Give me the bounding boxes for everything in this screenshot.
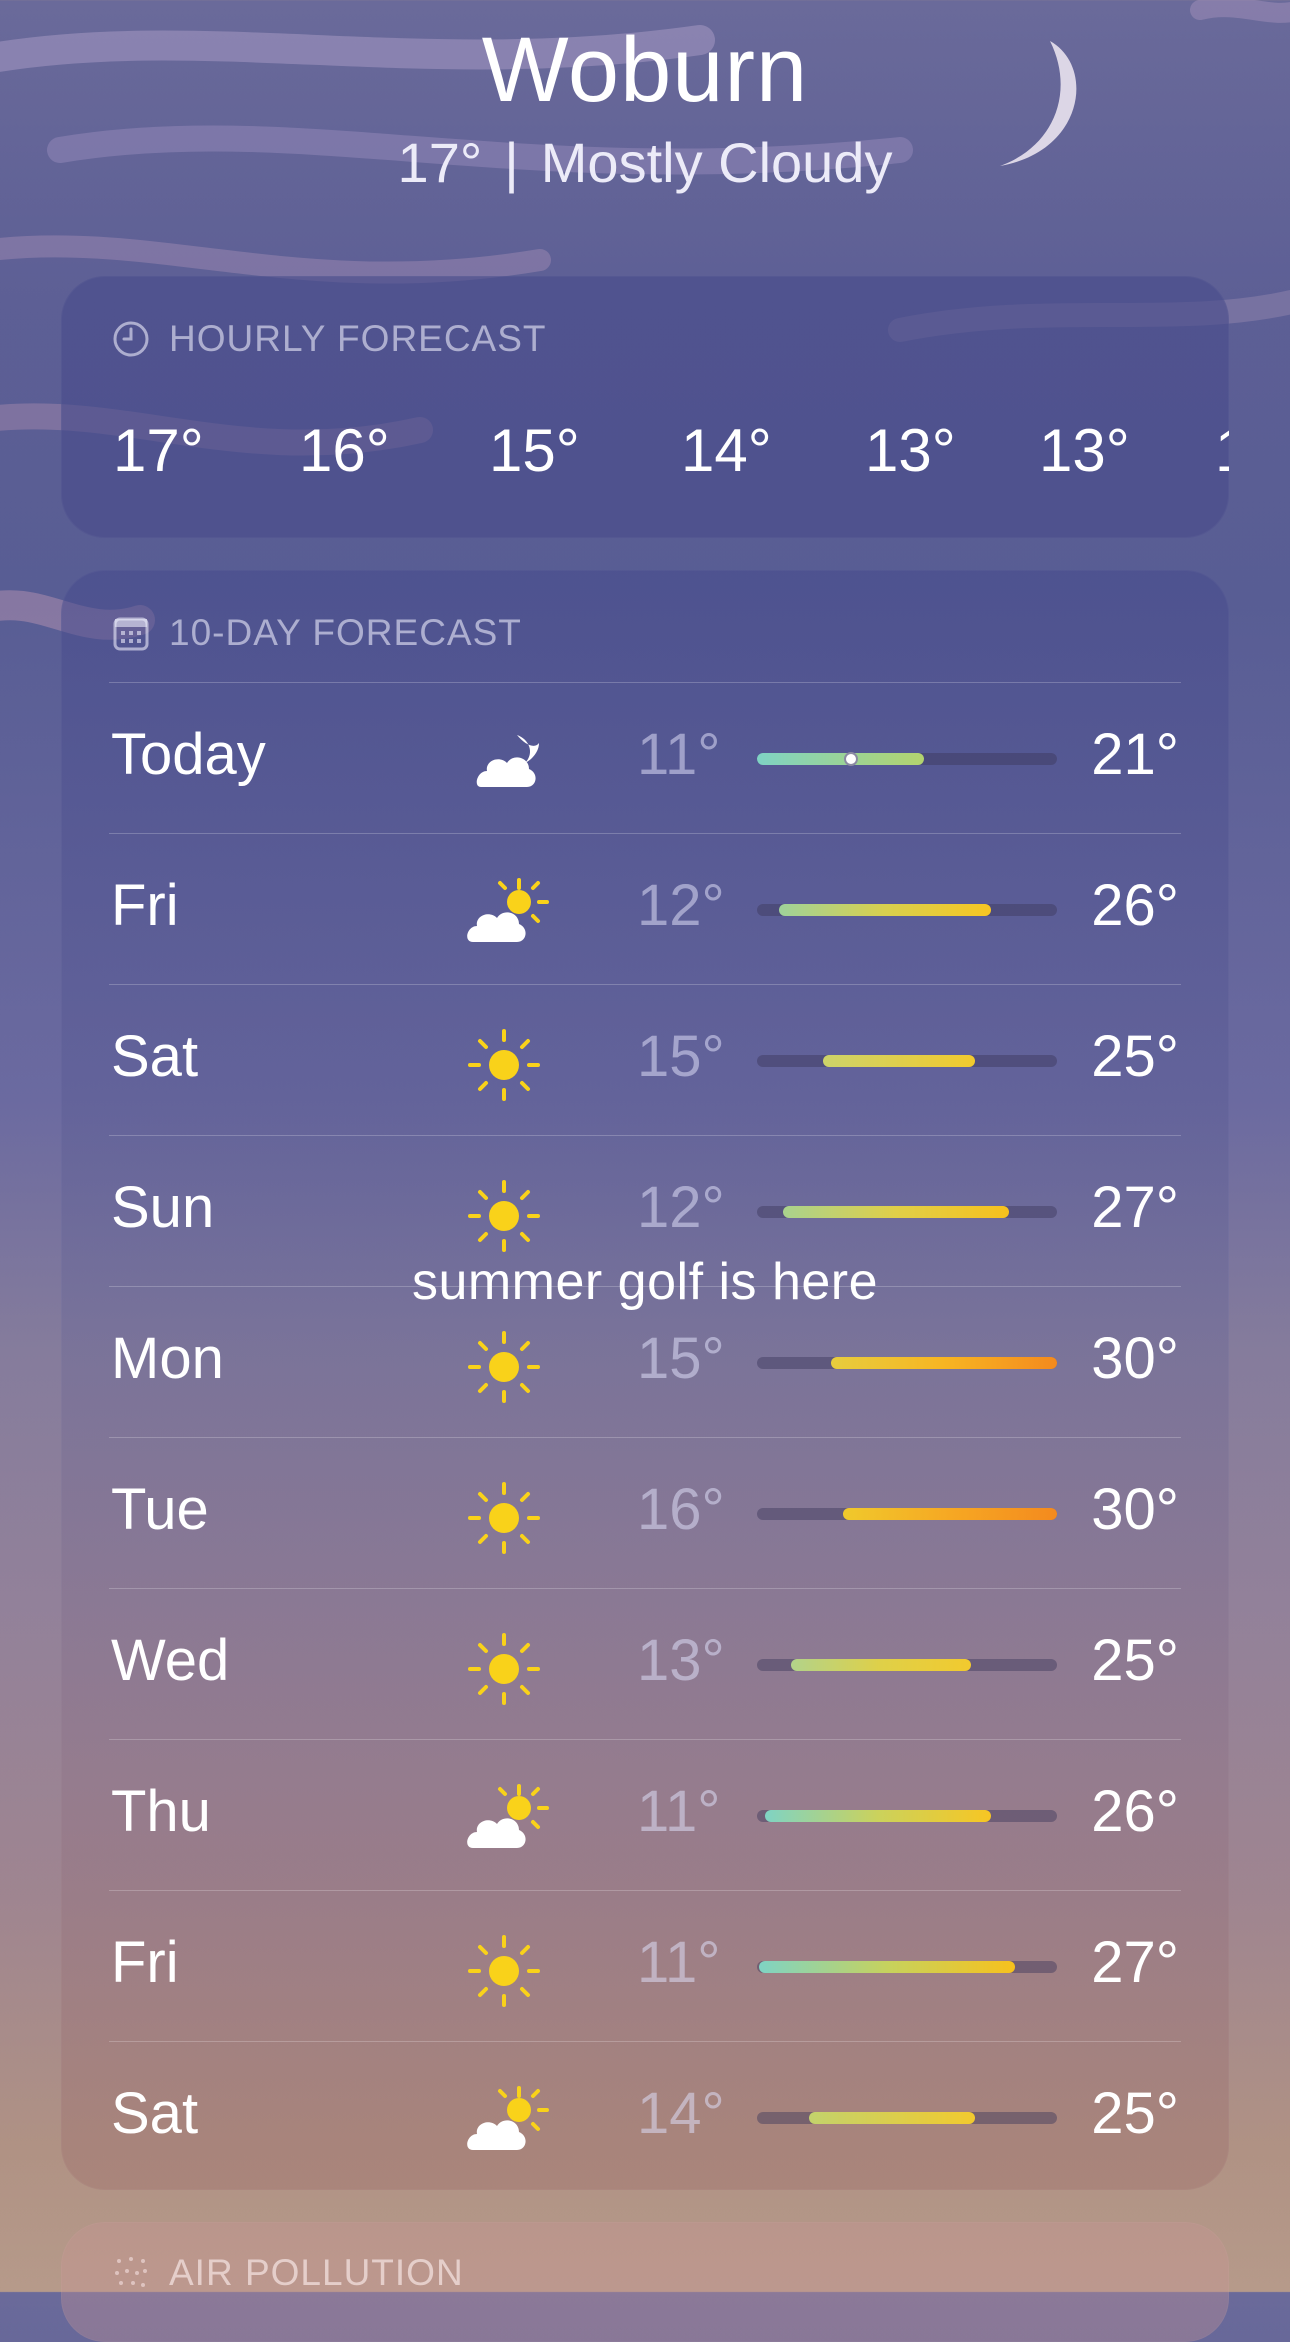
clock-icon (113, 321, 149, 357)
hourly-temp: 14° (681, 417, 772, 484)
low-temp: 11° (637, 1930, 721, 1995)
temp-range-fill (783, 1206, 1009, 1218)
temp-range-bar (757, 1961, 1057, 1973)
low-temp: 16° (637, 1477, 725, 1542)
temp-range-fill (823, 1055, 975, 1067)
low-temp: 12° (637, 873, 725, 938)
temp-range-bar (757, 1810, 1057, 1822)
calendar-icon (113, 617, 149, 651)
temp-range-fill (757, 753, 924, 765)
low-temp: 11° (637, 722, 721, 787)
sun-icon (468, 1331, 540, 1403)
hourly-temp: 17° (113, 417, 204, 484)
temp-range-bar (757, 752, 1057, 766)
temp-range-fill (831, 1357, 1057, 1369)
hourly-forecast-header: HOURLY FORECAST (111, 314, 547, 364)
sun-icon (468, 1633, 540, 1705)
day-label: Tue (111, 1477, 209, 1542)
air-pollution-title: AIR POLLUTION (169, 2252, 464, 2293)
temp-range-bar (757, 1357, 1057, 1369)
forecast-row[interactable]: Sat 15° 25° (109, 984, 1181, 1136)
high-temp: 21° (1091, 722, 1179, 787)
low-temp: 14° (637, 2081, 725, 2146)
condition-text: Mostly Cloudy (540, 131, 893, 194)
sun-icon (468, 1180, 540, 1252)
temp-range-fill (809, 2112, 975, 2124)
forecast-row[interactable]: Fri 11° 27° (109, 1890, 1181, 2042)
temp-range-bar (757, 2112, 1057, 2124)
temp-range-bar (757, 1206, 1057, 1218)
high-temp: 30° (1091, 1326, 1179, 1391)
forecast-row[interactable]: Fri 12° 26° (109, 833, 1181, 985)
forecast-row-today[interactable]: Today 11° 21° (109, 682, 1181, 834)
temp-range-fill (779, 904, 991, 916)
high-temp: 27° (1091, 1930, 1179, 1995)
day-label: Sat (111, 1024, 199, 1089)
air-pollution-card[interactable]: AIR POLLUTION (61, 2222, 1229, 2342)
hourly-temps-strip[interactable]: 17° 16° 15° 14° 13° 13° 1 (61, 416, 1229, 506)
ten-day-forecast-card[interactable]: 10-DAY FORECAST Today 11° 21° Fri 12° 26… (61, 570, 1229, 2190)
dots-grid-icon (115, 2257, 147, 2287)
hourly-temp: 13° (865, 417, 956, 484)
caption-text: summer golf is here (411, 1253, 879, 1311)
low-temp: 12° (637, 1175, 725, 1240)
day-label: Fri (111, 873, 179, 938)
day-label: Fri (111, 1930, 179, 1995)
current-temp-marker (844, 752, 858, 766)
hourly-forecast-title: HOURLY FORECAST (169, 318, 547, 359)
moon-cloud-icon (476, 735, 539, 787)
forecast-row[interactable]: Thu 11° 26° (109, 1739, 1181, 1891)
hourly-temp: 15° (489, 417, 580, 484)
temp-range-bar (757, 904, 1057, 916)
partly-sunny-icon (467, 878, 549, 942)
partly-sunny-icon (467, 2086, 549, 2150)
hourly-temp: 13° (1039, 417, 1130, 484)
sun-icon (468, 1482, 540, 1554)
temp-range-fill (843, 1508, 1057, 1520)
temp-range-bar (757, 1659, 1057, 1671)
current-temperature: 17° (397, 131, 483, 194)
low-temp: 15° (637, 1326, 725, 1391)
day-label: Sun (111, 1175, 215, 1240)
hourly-forecast-card[interactable]: HOURLY FORECAST 17° 16° 15° 14° 13° 13° … (61, 276, 1229, 538)
high-temp: 30° (1091, 1477, 1179, 1542)
high-temp: 27° (1091, 1175, 1179, 1240)
air-pollution-header: AIR POLLUTION (111, 2248, 464, 2298)
day-label: Sat (111, 2081, 199, 2146)
city-name: Woburn (481, 19, 809, 121)
high-temp: 26° (1091, 1779, 1179, 1844)
temp-range-fill (791, 1659, 971, 1671)
temp-range-fill (765, 1810, 991, 1822)
ten-day-forecast-header: 10-DAY FORECAST (111, 608, 522, 658)
day-label: Mon (111, 1326, 224, 1391)
hourly-temp: 16° (299, 417, 390, 484)
temp-range-bar (757, 1508, 1057, 1520)
temp-range-bar (757, 1055, 1057, 1067)
current-conditions: 17° | Mostly Cloudy (0, 130, 1290, 195)
sun-icon (468, 1935, 540, 2007)
day-label: Today (111, 722, 266, 787)
forecast-row[interactable]: Sat 14° 25° (109, 2041, 1181, 2193)
hourly-temp: 1 (1215, 416, 1229, 485)
separator: | (504, 131, 519, 194)
low-temp: 15° (637, 1024, 725, 1089)
high-temp: 26° (1091, 873, 1179, 938)
sun-icon (468, 1029, 540, 1101)
forecast-row[interactable]: Wed 13° 25° (109, 1588, 1181, 1740)
low-temp: 11° (637, 1779, 721, 1844)
high-temp: 25° (1091, 2081, 1179, 2146)
high-temp: 25° (1091, 1628, 1179, 1693)
temp-range-fill (759, 1961, 1015, 1973)
high-temp: 25° (1091, 1024, 1179, 1089)
day-label: Thu (111, 1779, 211, 1844)
low-temp: 13° (637, 1628, 725, 1693)
day-label: Wed (111, 1628, 230, 1693)
partly-sunny-icon (467, 1784, 549, 1848)
forecast-row[interactable]: Tue 16° 30° (109, 1437, 1181, 1589)
ten-day-forecast-title: 10-DAY FORECAST (169, 612, 522, 653)
